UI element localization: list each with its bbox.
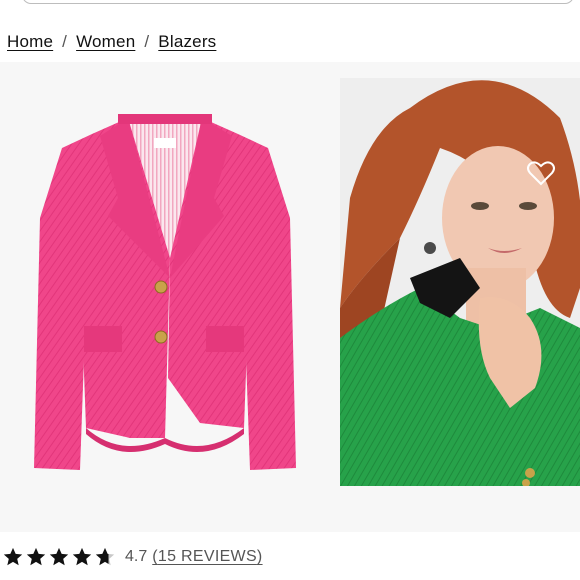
search-bar[interactable] (22, 0, 574, 4)
star-icon (72, 547, 92, 566)
breadcrumb-separator: / (144, 32, 150, 51)
breadcrumb-women[interactable]: Women (76, 32, 135, 52)
star-icon (49, 547, 69, 566)
product-image-model-green-blazer[interactable] (340, 78, 580, 486)
breadcrumb: Home / Women / Blazers (7, 31, 216, 53)
breadcrumb-home[interactable]: Home (7, 32, 53, 52)
rating-value: 4.7 (125, 548, 148, 565)
product-gallery (0, 62, 580, 532)
reviews-link[interactable]: (15 REVIEWS) (152, 548, 262, 566)
breadcrumb-separator: / (62, 32, 68, 51)
breadcrumb-blazers[interactable]: Blazers (158, 32, 216, 52)
star-icon (3, 547, 23, 566)
star-icon (26, 547, 46, 566)
star-icon (95, 547, 115, 566)
wishlist-heart-icon[interactable] (526, 158, 556, 188)
product-image-pink-blazer[interactable] (0, 78, 330, 486)
product-rating: 4.7 (15 REVIEWS) (2, 543, 263, 571)
